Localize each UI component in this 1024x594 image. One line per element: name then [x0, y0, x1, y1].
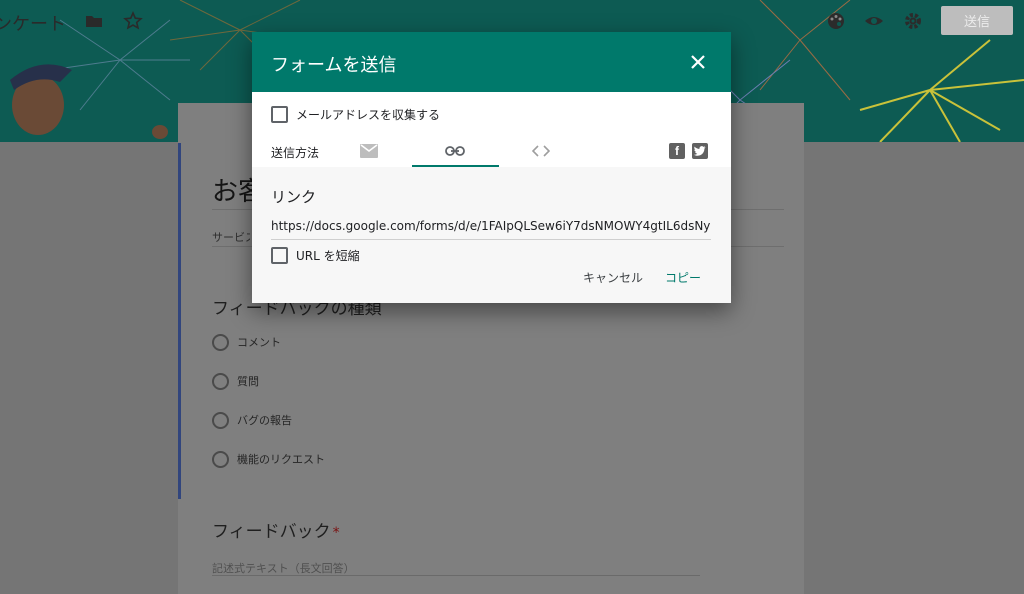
send-form-dialog: フォームを送信 メールアドレスを収集する 送信方法 f リンク https://… — [252, 32, 731, 303]
dialog-header: フォームを送信 — [252, 32, 731, 92]
facebook-icon[interactable]: f — [669, 143, 685, 159]
long-answer-placeholder: 記述式テキスト（長文回答） — [212, 562, 355, 575]
required-mark: * — [332, 525, 340, 541]
send-button[interactable]: 送信 — [941, 6, 1013, 35]
radio-option[interactable]: バグの報告 — [212, 410, 292, 430]
twitter-icon[interactable] — [692, 143, 708, 159]
shorten-url-checkbox[interactable] — [271, 247, 288, 264]
collect-email-checkbox[interactable] — [271, 106, 288, 123]
radio-label: バグの報告 — [237, 414, 292, 427]
gear-icon[interactable] — [903, 11, 923, 31]
radio-option[interactable]: コメント — [212, 332, 281, 352]
radio-label: 機能のリクエスト — [237, 453, 325, 466]
radio-label: コメント — [237, 336, 281, 349]
radio-button[interactable] — [212, 372, 229, 390]
active-section-indicator — [178, 143, 181, 499]
radio-label: 質問 — [237, 375, 259, 388]
folder-icon[interactable] — [84, 11, 104, 31]
form-title[interactable]: ンケート — [0, 10, 66, 36]
form-title-field[interactable]: お客 — [212, 171, 254, 208]
eye-icon[interactable] — [864, 11, 884, 31]
link-panel: リンク https://docs.google.com/forms/d/e/1F… — [252, 167, 731, 303]
copy-button[interactable]: コピー — [665, 269, 701, 286]
embed-icon[interactable] — [530, 143, 552, 159]
send-method-label: 送信方法 — [271, 146, 320, 160]
radio-option[interactable]: 機能のリクエスト — [212, 449, 325, 469]
form-description-field[interactable]: サービス — [212, 229, 250, 245]
radio-option[interactable]: 質問 — [212, 371, 259, 391]
radio-button[interactable] — [212, 450, 229, 468]
star-icon[interactable] — [123, 11, 143, 31]
divider — [212, 575, 700, 576]
link-icon[interactable] — [444, 143, 466, 159]
form-url-field[interactable]: https://docs.google.com/forms/d/e/1FAIpQ… — [271, 219, 711, 240]
cancel-button[interactable]: キャンセル — [583, 269, 643, 286]
email-icon[interactable] — [358, 143, 380, 159]
collect-email-label: メールアドレスを収集する — [296, 108, 441, 122]
link-panel-title: リンク — [271, 188, 317, 206]
radio-button[interactable] — [212, 333, 229, 351]
palette-icon[interactable] — [826, 11, 846, 31]
question-title-text: フィードバック — [212, 522, 331, 542]
close-icon[interactable] — [686, 50, 710, 74]
dialog-title: フォームを送信 — [271, 55, 397, 76]
radio-button[interactable] — [212, 411, 229, 429]
question-title[interactable]: フィードバック * — [212, 517, 340, 542]
shorten-url-label: URL を短縮 — [296, 249, 360, 263]
